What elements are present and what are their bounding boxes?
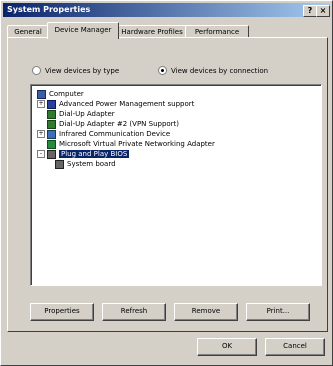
expand-icon[interactable]: + bbox=[37, 130, 45, 138]
tree-item-label: Computer bbox=[49, 90, 84, 98]
device-tree[interactable]: Computer + Advanced Power Management sup… bbox=[30, 84, 322, 286]
close-button[interactable]: × bbox=[316, 5, 330, 17]
cancel-button[interactable]: Cancel bbox=[265, 338, 325, 356]
view-by-type-label: View devices by type bbox=[45, 66, 120, 75]
title-bar[interactable]: System Properties ? × bbox=[3, 3, 330, 17]
expand-icon[interactable]: + bbox=[37, 100, 45, 108]
properties-button[interactable]: Properties bbox=[30, 303, 94, 321]
remove-button[interactable]: Remove bbox=[174, 303, 238, 321]
tree-item-vpn-adapter[interactable]: Microsoft Virtual Private Networking Ada… bbox=[47, 139, 215, 149]
tree-item-label: Plug and Play BIOS bbox=[59, 150, 130, 158]
network-adapter-icon bbox=[47, 139, 56, 149]
bios-icon bbox=[47, 149, 56, 159]
network-adapter-icon bbox=[47, 109, 56, 119]
device-manager-panel: View devices by type View devices by con… bbox=[7, 37, 328, 332]
tree-item-computer[interactable]: Computer bbox=[37, 89, 84, 99]
window-title: System Properties bbox=[7, 5, 91, 14]
tree-item-system-board[interactable]: System board bbox=[55, 159, 116, 169]
tree-item-pnp-bios[interactable]: - Plug and Play BIOS bbox=[37, 149, 130, 159]
tab-strip: General Device Manager Hardware Profiles… bbox=[7, 22, 327, 39]
computer-icon bbox=[37, 89, 46, 99]
radio-by-connection[interactable] bbox=[158, 66, 167, 75]
tab-device-manager[interactable]: Device Manager bbox=[47, 22, 119, 39]
view-by-type-option[interactable]: View devices by type bbox=[32, 66, 119, 75]
tree-item-label: Infrared Communication Device bbox=[59, 130, 171, 138]
ok-button[interactable]: OK bbox=[197, 338, 257, 356]
network-adapter-icon bbox=[47, 119, 56, 129]
tree-item-dialup-2[interactable]: Dial-Up Adapter #2 (VPN Support) bbox=[47, 119, 179, 129]
radio-by-type[interactable] bbox=[32, 66, 41, 75]
print-button[interactable]: Print... bbox=[246, 303, 310, 321]
tree-item-label: Microsoft Virtual Private Networking Ada… bbox=[59, 140, 215, 148]
collapse-icon[interactable]: - bbox=[37, 150, 45, 158]
power-management-icon bbox=[47, 99, 56, 109]
tree-item-apm[interactable]: + Advanced Power Management support bbox=[37, 99, 194, 109]
tree-item-infrared[interactable]: + Infrared Communication Device bbox=[37, 129, 170, 139]
tree-item-dialup[interactable]: Dial-Up Adapter bbox=[47, 109, 115, 119]
infrared-icon bbox=[47, 129, 56, 139]
tree-item-label: Advanced Power Management support bbox=[59, 100, 195, 108]
view-by-connection-option[interactable]: View devices by connection bbox=[158, 66, 268, 75]
refresh-button[interactable]: Refresh bbox=[102, 303, 166, 321]
help-button[interactable]: ? bbox=[303, 5, 317, 17]
tree-item-label: Dial-Up Adapter bbox=[59, 110, 115, 118]
chip-icon bbox=[55, 159, 64, 169]
view-by-connection-label: View devices by connection bbox=[171, 66, 269, 75]
system-properties-window: System Properties ? × General Device Man… bbox=[0, 0, 333, 366]
tree-item-label: System board bbox=[67, 160, 116, 168]
tree-item-label: Dial-Up Adapter #2 (VPN Support) bbox=[59, 120, 180, 128]
